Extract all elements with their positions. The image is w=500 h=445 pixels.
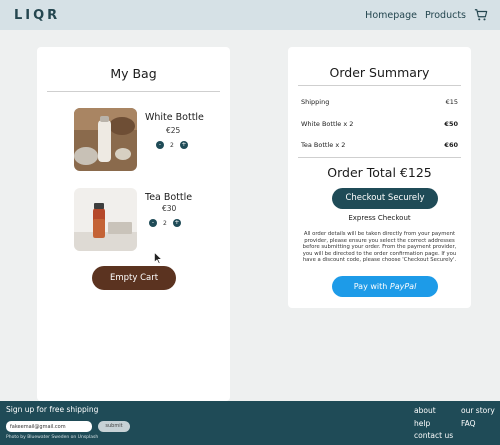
mouse-cursor-icon [154,252,162,264]
order-summary-card: Order Summary Shipping €15 White Bottle … [288,47,471,308]
item-name: White Bottle [145,112,204,123]
footer-link-contact[interactable]: contact us [414,431,453,440]
footer: Sign up for free shipping submit Photo b… [0,401,500,445]
paypal-button[interactable]: Pay with PayPal [332,276,438,297]
qty-value: 2 [170,141,174,149]
bag-card: My Bag White Bottle €25 - 2 + Tea Bottle… [37,47,230,401]
summary-row: White Bottle x 2 €50 [301,120,458,128]
summary-row: Tea Bottle x 2 €60 [301,141,458,149]
bag-divider [47,91,220,92]
row-value: €50 [444,120,458,128]
photo-credit: Photo by Bluewater Sweden on Unsplash [6,435,99,440]
product-image-white-bottle [74,108,137,171]
quantity-stepper: - 2 + [149,219,181,227]
qty-increase-button[interactable]: + [172,219,181,227]
order-total: Order Total €125 [327,165,432,180]
paypal-prefix: Pay with [353,282,388,291]
express-checkout-heading: Express Checkout [348,214,411,222]
checkout-notice: All order details will be taken directly… [302,231,457,264]
item-price: €30 [162,204,177,213]
bag-item: Tea Bottle €30 - 2 + [74,188,224,252]
bag-item: White Bottle €25 - 2 + [74,108,224,172]
item-price: €25 [166,126,181,135]
checkout-securely-button[interactable]: Checkout Securely [332,188,438,209]
nav-products[interactable]: Products [425,10,466,21]
row-label: White Bottle x 2 [301,120,354,128]
signup-heading: Sign up for free shipping [6,405,99,414]
row-label: Shipping [301,98,330,106]
qty-value: 2 [163,219,167,227]
submit-button[interactable]: submit [98,421,130,432]
footer-link-about[interactable]: about [414,406,436,415]
cart-icon[interactable] [474,8,488,22]
summary-title: Order Summary [329,65,430,80]
email-field[interactable] [6,421,92,432]
main-nav: Homepage Products [365,8,488,22]
product-image-tea-bottle [74,188,137,251]
qty-decrease-button[interactable]: - [149,219,157,227]
summary-row: Shipping €15 [301,98,458,106]
summary-divider [298,157,461,158]
footer-link-our-story[interactable]: our story [461,406,495,415]
item-name: Tea Bottle [145,192,193,203]
qty-decrease-button[interactable]: - [156,141,164,149]
row-label: Tea Bottle x 2 [301,141,346,149]
summary-divider [298,85,461,86]
empty-cart-button[interactable]: Empty Cart [92,266,176,290]
row-value: €60 [444,141,458,149]
nav-homepage[interactable]: Homepage [365,10,417,21]
footer-link-faq[interactable]: FAQ [461,419,476,428]
quantity-stepper: - 2 + [156,141,188,149]
row-value: €15 [445,98,458,106]
footer-link-help[interactable]: help [414,419,430,428]
paypal-brand: PayPal [389,282,417,291]
logo[interactable]: LIQR [14,8,60,23]
bag-title: My Bag [110,66,157,81]
qty-increase-button[interactable]: + [179,141,188,149]
top-header: LIQR Homepage Products [0,0,500,30]
